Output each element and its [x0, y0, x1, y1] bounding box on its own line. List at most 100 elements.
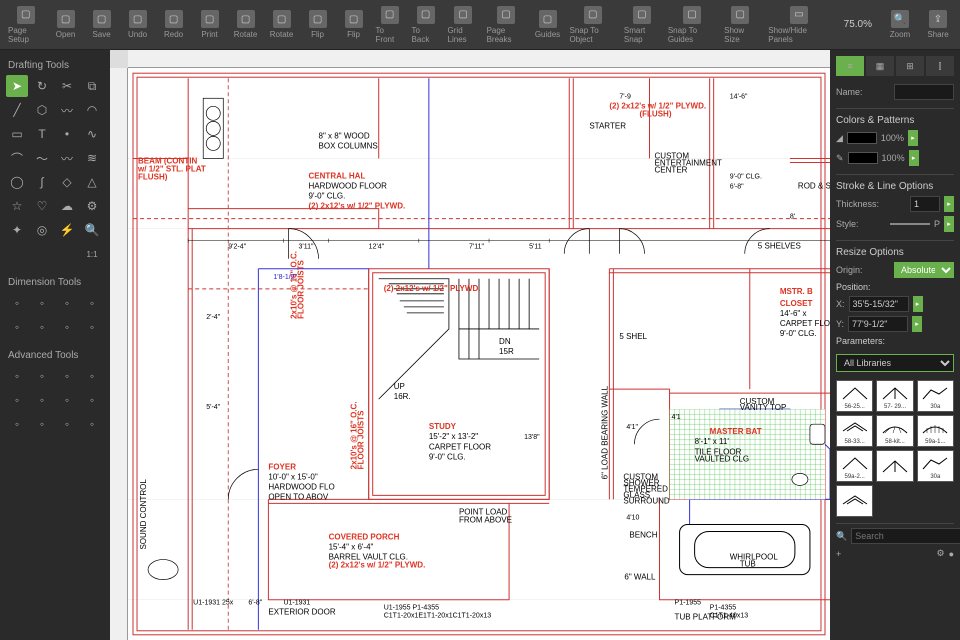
origin-select[interactable]: Absolute — [894, 262, 954, 278]
library-item[interactable]: 59a-1... — [917, 415, 954, 447]
tool-star[interactable]: ☆ — [6, 195, 28, 217]
guides-button[interactable]: ▢Guides — [530, 3, 566, 47]
tool-puzzle[interactable]: ⚙ — [81, 195, 103, 217]
tool-ball[interactable]: ◦ — [31, 316, 53, 338]
tool-bezier[interactable]: ∫ — [31, 171, 53, 193]
tool-adv1[interactable]: ◦ — [6, 365, 28, 387]
add-icon[interactable]: + — [836, 549, 841, 559]
tool-cut[interactable]: ✂ — [56, 75, 78, 97]
smarts-button[interactable]: ▢Smart Snap — [620, 3, 664, 47]
x-input[interactable] — [849, 296, 909, 312]
print-button[interactable]: ▢Print — [192, 3, 228, 47]
tool-snap[interactable]: ✦ — [6, 219, 28, 241]
dots-icon[interactable]: ● — [949, 549, 954, 559]
page-button[interactable]: ▢Page Breaks — [483, 3, 530, 47]
canvas[interactable]: CENTRAL HAL HARDWOOD FLOOR 9'-0" CLG. FO… — [110, 50, 830, 640]
tool-bolt[interactable]: ⚡ — [56, 219, 78, 241]
tab-grid[interactable]: ⊞ — [896, 56, 924, 76]
ruler-horizontal[interactable] — [128, 50, 830, 68]
thickness-input[interactable] — [910, 196, 940, 212]
gear-button[interactable]: ▢Page Setup — [4, 3, 48, 47]
thickness-stepper[interactable]: ▸ — [944, 196, 954, 212]
tool-dim-a[interactable]: ◦ — [56, 292, 78, 314]
fill-stepper[interactable]: ▸ — [908, 130, 918, 146]
tool-target[interactable]: ◎ — [31, 219, 53, 241]
tool-free[interactable]: 〰 — [56, 99, 78, 121]
tool-dup[interactable]: ⧉ — [81, 75, 103, 97]
stroke-swatch[interactable] — [848, 152, 878, 164]
tool-adv7[interactable]: ◦ — [56, 389, 78, 411]
tab-layers[interactable]: ▦ — [866, 56, 894, 76]
tool-hour[interactable]: ◦ — [31, 292, 53, 314]
tab-align[interactable]: ⫿ — [926, 56, 954, 76]
save-button[interactable]: ▢Save — [84, 3, 120, 47]
tool-adv12[interactable]: ◦ — [81, 413, 103, 435]
stroke-stepper[interactable]: ▸ — [909, 150, 919, 166]
tab-properties[interactable]: ≡ — [836, 56, 864, 76]
library-item[interactable]: 59a-2... — [836, 450, 873, 482]
fill-swatch[interactable] — [847, 132, 877, 144]
tool-curve2[interactable]: 〜 — [31, 147, 53, 169]
tool-zoom[interactable]: 🔍 — [81, 219, 103, 241]
tool-ext[interactable]: ◦ — [81, 316, 103, 338]
name-input[interactable] — [894, 84, 954, 100]
library-item[interactable] — [876, 450, 913, 482]
flipv-button[interactable]: ▢Flip — [336, 3, 372, 47]
library-item[interactable]: 30a — [917, 450, 954, 482]
fliph-button[interactable]: ▢Flip — [300, 3, 336, 47]
tool-adv8[interactable]: ◦ — [81, 389, 103, 411]
ratio-display[interactable]: 1:1 — [81, 243, 103, 265]
back-button[interactable]: ▢To Back — [408, 3, 444, 47]
open-button[interactable]: ▢Open — [48, 3, 84, 47]
tool-shape2[interactable]: △ — [81, 171, 103, 193]
snapo-button[interactable]: ▢Snap To Object — [566, 3, 620, 47]
y-stepper[interactable]: ▸ — [912, 316, 922, 332]
tool-adv11[interactable]: ◦ — [56, 413, 78, 435]
tool-line[interactable]: ╱ — [6, 99, 28, 121]
tool-adv9[interactable]: ◦ — [6, 413, 28, 435]
tool-rot[interactable]: ↻ — [31, 75, 53, 97]
tool-adv6[interactable]: ◦ — [31, 389, 53, 411]
ruler-vertical[interactable] — [110, 68, 128, 640]
tool-cloud[interactable]: ☁ — [56, 195, 78, 217]
rotr-button[interactable]: ▢Rotate — [264, 3, 300, 47]
tool-wave[interactable]: ≋ — [81, 147, 103, 169]
tool-select[interactable]: ➤ — [6, 75, 28, 97]
library-item[interactable]: 58-kit... — [876, 415, 913, 447]
tool-ellipse[interactable]: ◯ — [6, 171, 28, 193]
tool-adv4[interactable]: ◦ — [81, 365, 103, 387]
snapg-button[interactable]: ▢Snap To Guides — [664, 3, 720, 47]
tool-adv10[interactable]: ◦ — [31, 413, 53, 435]
gear-icon[interactable]: ⚙ — [936, 548, 944, 559]
tool-curve3[interactable]: 〰 — [56, 147, 78, 169]
tool-poly[interactable]: ⬡ — [31, 99, 53, 121]
y-input[interactable] — [848, 316, 908, 332]
redo-button[interactable]: ▢Redo — [156, 3, 192, 47]
library-item[interactable]: 58-33... — [836, 415, 873, 447]
undo-button[interactable]: ▢Undo — [120, 3, 156, 47]
tool-arc[interactable]: ◠ — [81, 99, 103, 121]
tool-curve1[interactable]: ⌒ — [6, 147, 28, 169]
tool-adv2[interactable]: ◦ — [31, 365, 53, 387]
size-button[interactable]: ▢Show Size — [720, 3, 760, 47]
share-button[interactable]: ⇪Share — [920, 3, 956, 47]
tool-point[interactable]: • — [56, 123, 78, 145]
zoom-button[interactable]: 🔍Zoom — [882, 3, 918, 47]
front-button[interactable]: ▢To Front — [372, 3, 408, 47]
tool-adv5[interactable]: ◦ — [6, 389, 28, 411]
tool-rect[interactable]: ▭ — [6, 123, 28, 145]
tool-text[interactable]: T — [31, 123, 53, 145]
rotl-button[interactable]: ▢Rotate — [228, 3, 264, 47]
panels-toggle[interactable]: ▭Show/Hide Panels — [764, 3, 833, 47]
library-search[interactable] — [851, 528, 960, 544]
tool-adv3[interactable]: ◦ — [56, 365, 78, 387]
tool-shape1[interactable]: ◇ — [56, 171, 78, 193]
style-stepper[interactable]: ▸ — [944, 216, 954, 232]
zoom-display[interactable]: 75.0% — [836, 19, 880, 30]
library-item[interactable]: 30a — [917, 380, 954, 412]
tool-heart[interactable]: ♡ — [31, 195, 53, 217]
library-item[interactable]: 56-25... — [836, 380, 873, 412]
library-select[interactable]: All Libraries — [836, 354, 954, 372]
tool-dim-r[interactable]: ◦ — [56, 316, 78, 338]
library-item[interactable]: 57- 29... — [876, 380, 913, 412]
